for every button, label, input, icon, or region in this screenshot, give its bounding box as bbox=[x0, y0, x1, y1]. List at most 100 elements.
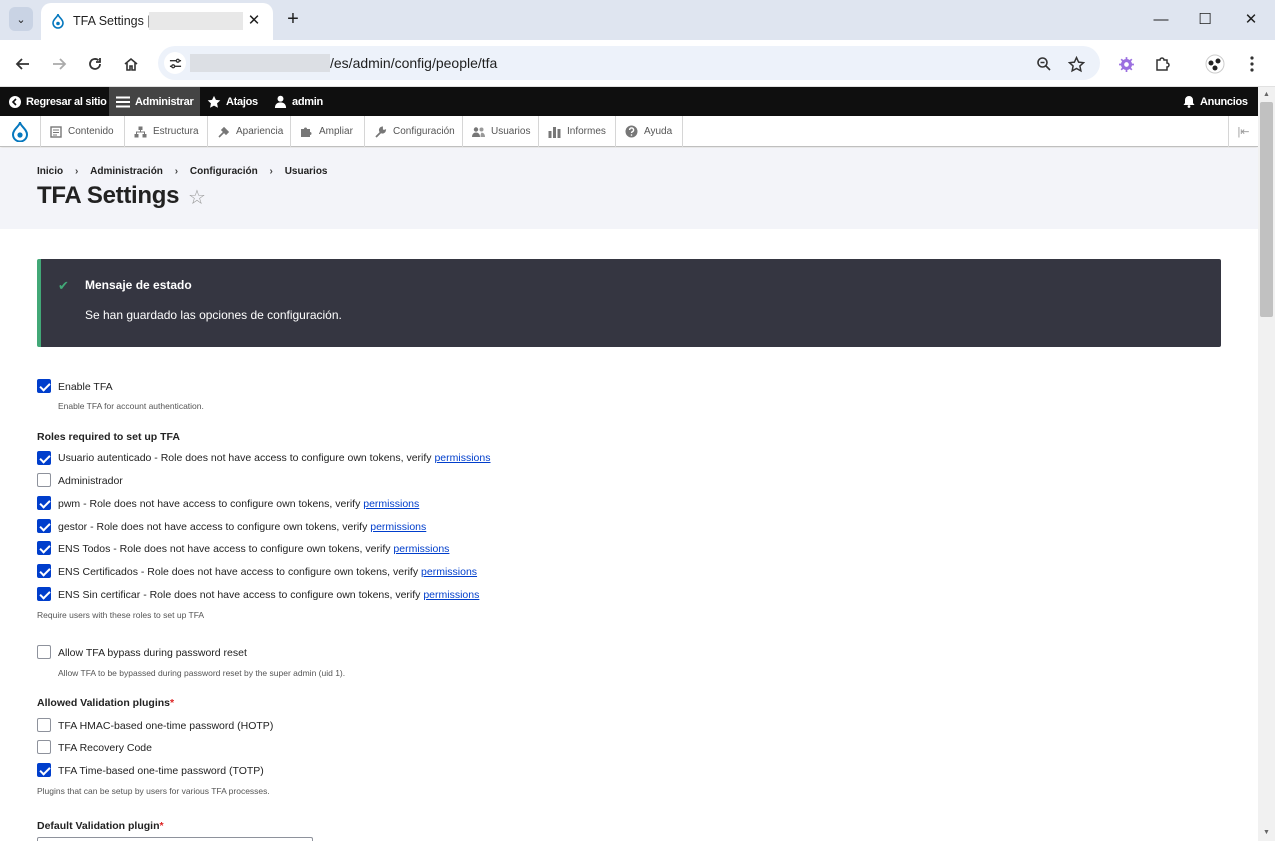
user-label: admin bbox=[292, 95, 323, 108]
roles-group-label: Roles required to set up TFA bbox=[37, 431, 180, 443]
tab-search-chevron-icon[interactable]: ⌄ bbox=[9, 7, 33, 31]
role-label-administrator[interactable]: Administrador bbox=[58, 475, 123, 487]
role-text: ENS Todos - Role does not have access to… bbox=[58, 543, 394, 555]
permissions-link[interactable]: permissions bbox=[370, 521, 426, 533]
breadcrumb: Inicio › Administración › Configuración … bbox=[37, 166, 328, 177]
role-checkbox-authenticated[interactable] bbox=[37, 451, 51, 465]
drupal-logo-icon[interactable] bbox=[0, 116, 41, 147]
permissions-link[interactable]: permissions bbox=[421, 566, 477, 578]
menu-item-help[interactable]: Ayuda bbox=[616, 116, 683, 147]
plugin-label-recovery-code[interactable]: TFA Recovery Code bbox=[58, 742, 152, 754]
zoom-icon[interactable] bbox=[1032, 52, 1056, 76]
bell-icon bbox=[1183, 96, 1195, 108]
admin-toolbar: Regresar al sitio Administrar Atajos adm… bbox=[0, 87, 1258, 116]
plugin-label-hotp[interactable]: TFA HMAC-based one-time password (HOTP) bbox=[58, 720, 273, 732]
menu-item-appearance[interactable]: Apariencia bbox=[208, 116, 291, 147]
permissions-link[interactable]: permissions bbox=[363, 498, 419, 510]
role-checkbox-pwm[interactable] bbox=[37, 496, 51, 510]
enable-tfa-checkbox[interactable] bbox=[37, 379, 51, 393]
role-text: Usuario autenticado - Role does not have… bbox=[58, 452, 435, 464]
breadcrumb-home[interactable]: Inicio bbox=[37, 166, 63, 177]
user-icon bbox=[274, 95, 287, 108]
page-scrollbar[interactable]: ▲ ▼ bbox=[1258, 87, 1275, 841]
plugin-label-totp[interactable]: TFA Time-based one-time password (TOTP) bbox=[58, 765, 264, 777]
role-label-ens-sin-certificar[interactable]: ENS Sin certificar - Role does not have … bbox=[58, 589, 479, 601]
menu-item-extend-label: Ampliar bbox=[319, 126, 353, 137]
role-label-gestor[interactable]: gestor - Role does not have access to co… bbox=[58, 521, 426, 533]
window-close-icon[interactable]: ✕ bbox=[1238, 8, 1264, 32]
permissions-link[interactable]: permissions bbox=[434, 452, 490, 464]
new-tab-icon[interactable]: + bbox=[283, 8, 303, 30]
breadcrumb-people[interactable]: Usuarios bbox=[285, 166, 328, 177]
status-title: Mensaje de estado bbox=[85, 278, 192, 292]
bypass-checkbox[interactable] bbox=[37, 645, 51, 659]
structure-icon bbox=[134, 126, 147, 137]
role-checkbox-administrator[interactable] bbox=[37, 473, 51, 487]
plugins-label-text: Allowed Validation plugins bbox=[37, 697, 171, 709]
role-checkbox-ens-certificados[interactable] bbox=[37, 564, 51, 578]
manage-tab[interactable]: Administrar bbox=[109, 87, 200, 116]
menu-item-configuration-label: Configuración bbox=[393, 126, 455, 137]
shortcuts-tab[interactable]: Atajos bbox=[207, 87, 258, 116]
shortcut-star-icon[interactable]: ☆ bbox=[188, 185, 206, 210]
enable-tfa-description: Enable TFA for account authentication. bbox=[58, 401, 204, 411]
announcements-label: Anuncios bbox=[1200, 95, 1248, 108]
content-icon bbox=[50, 125, 62, 138]
extension-gear-icon[interactable] bbox=[1114, 52, 1138, 76]
tab-close-icon[interactable]: ✕ bbox=[245, 12, 263, 30]
address-bar[interactable]: /es/admin/config/people/tfa bbox=[158, 46, 1100, 80]
home-icon[interactable] bbox=[119, 52, 143, 76]
browser-tab[interactable]: TFA Settings | ✕ bbox=[41, 3, 273, 40]
plugin-checkbox-recovery-code[interactable] bbox=[37, 740, 51, 754]
tab-title: TFA Settings | bbox=[73, 14, 151, 28]
back-to-site-link[interactable]: Regresar al sitio bbox=[9, 87, 107, 116]
appearance-brush-icon bbox=[218, 126, 230, 138]
collapse-toolbar-icon[interactable]: |⇤ bbox=[1228, 116, 1258, 147]
profile-avatar-icon[interactable] bbox=[1203, 52, 1227, 76]
maximize-icon[interactable]: ☐ bbox=[1192, 8, 1218, 32]
browser-menu-icon[interactable] bbox=[1240, 52, 1264, 76]
announcements-tab[interactable]: Anuncios bbox=[1183, 87, 1248, 116]
minimize-icon[interactable]: — bbox=[1148, 8, 1174, 32]
scroll-up-icon[interactable]: ▲ bbox=[1258, 88, 1275, 102]
breadcrumb-administration[interactable]: Administración bbox=[90, 166, 163, 177]
manage-label: Administrar bbox=[135, 95, 194, 108]
reload-icon[interactable] bbox=[83, 52, 107, 76]
menu-item-people[interactable]: Usuarios bbox=[463, 116, 539, 147]
default-plugin-select[interactable] bbox=[37, 837, 313, 841]
bypass-label[interactable]: Allow TFA bypass during password reset bbox=[58, 647, 247, 659]
role-checkbox-ens-sin-certificar[interactable] bbox=[37, 587, 51, 601]
extensions-puzzle-icon[interactable] bbox=[1150, 52, 1174, 76]
permissions-link[interactable]: permissions bbox=[423, 589, 479, 601]
required-mark: * bbox=[159, 820, 164, 832]
site-info-icon[interactable] bbox=[164, 52, 186, 74]
back-to-site-label: Regresar al sitio bbox=[26, 95, 107, 108]
scroll-thumb[interactable] bbox=[1260, 102, 1273, 317]
role-text: ENS Certificados - Role does not have ac… bbox=[58, 566, 422, 578]
role-label-ens-todos[interactable]: ENS Todos - Role does not have access to… bbox=[58, 543, 449, 555]
user-tab[interactable]: admin bbox=[274, 87, 323, 116]
status-text: Se han guardado las opciones de configur… bbox=[85, 308, 342, 322]
role-label-ens-certificados[interactable]: ENS Certificados - Role does not have ac… bbox=[58, 566, 477, 578]
menu-item-extend[interactable]: Ampliar bbox=[291, 116, 365, 147]
back-icon[interactable] bbox=[11, 52, 35, 76]
menu-item-reports[interactable]: Informes bbox=[539, 116, 616, 147]
enable-tfa-label[interactable]: Enable TFA bbox=[58, 381, 113, 393]
menu-item-configuration[interactable]: Configuración bbox=[365, 116, 463, 147]
role-checkbox-gestor[interactable] bbox=[37, 519, 51, 533]
scroll-down-icon[interactable]: ▼ bbox=[1258, 826, 1275, 840]
menu-item-structure[interactable]: Estructura bbox=[125, 116, 208, 147]
role-label-authenticated[interactable]: Usuario autenticado - Role does not have… bbox=[58, 452, 491, 464]
permissions-link[interactable]: permissions bbox=[393, 543, 449, 555]
forward-icon[interactable] bbox=[47, 52, 71, 76]
role-label-pwm[interactable]: pwm - Role does not have access to confi… bbox=[58, 498, 419, 510]
plugin-checkbox-totp[interactable] bbox=[37, 763, 51, 777]
bookmark-star-icon[interactable] bbox=[1064, 52, 1088, 76]
menu-item-content[interactable]: Contenido bbox=[41, 116, 125, 147]
role-checkbox-ens-todos[interactable] bbox=[37, 541, 51, 555]
menu-item-help-label: Ayuda bbox=[644, 126, 673, 137]
breadcrumb-configuration[interactable]: Configuración bbox=[190, 166, 258, 177]
url-text[interactable]: /es/admin/config/people/tfa bbox=[330, 55, 497, 71]
role-text: gestor - Role does not have access to co… bbox=[58, 521, 371, 533]
plugin-checkbox-hotp[interactable] bbox=[37, 718, 51, 732]
